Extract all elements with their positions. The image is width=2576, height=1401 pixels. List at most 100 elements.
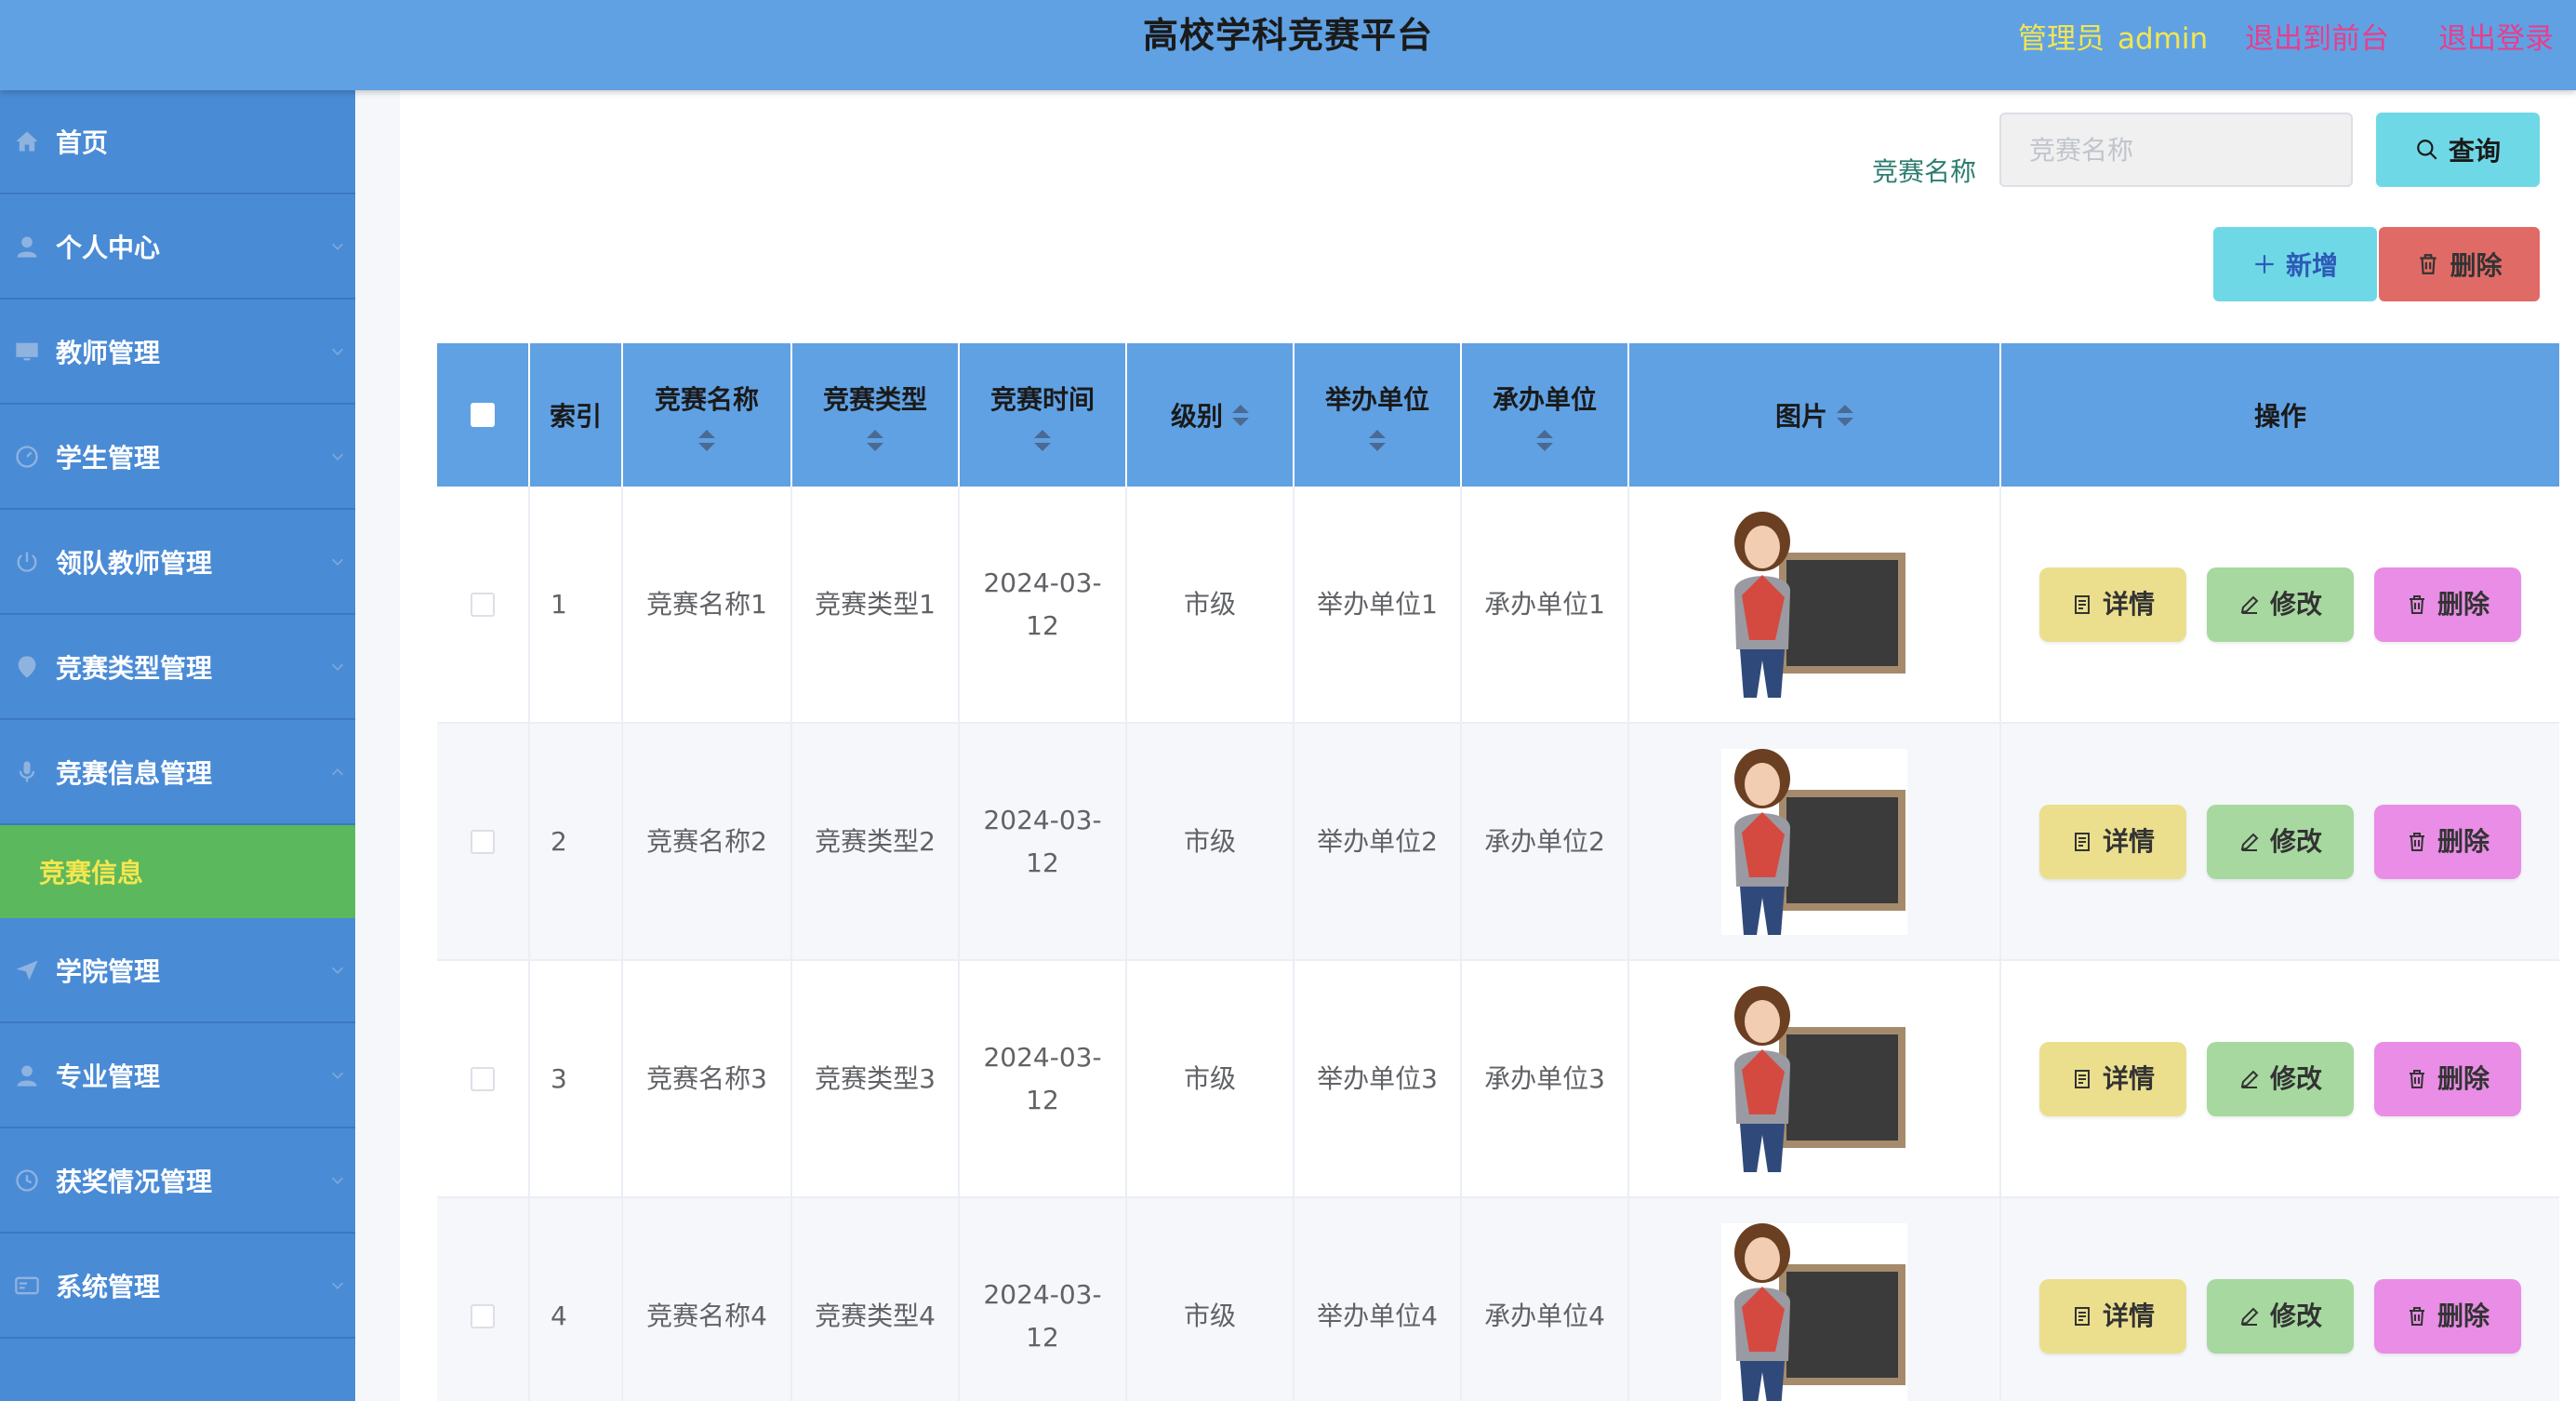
cell-image bbox=[1629, 487, 2001, 722]
sidebar-item-teacher-management[interactable]: 教师管理 bbox=[0, 300, 355, 405]
card-icon bbox=[13, 1272, 41, 1300]
sidebar-item-label: 学生管理 bbox=[56, 442, 161, 474]
cell-undertaker: 承办单位4 bbox=[1462, 1198, 1629, 1401]
sidebar-item-personal-center[interactable]: 个人中心 bbox=[0, 194, 355, 300]
sidebar-item-label: 竞赛类型管理 bbox=[56, 652, 213, 684]
competition-image[interactable] bbox=[1721, 1222, 1907, 1401]
cell-type: 竞赛类型1 bbox=[792, 487, 960, 722]
competition-image[interactable] bbox=[1721, 511, 1907, 698]
detail-button[interactable]: 详情 bbox=[2039, 1278, 2186, 1354]
cell-type: 竞赛类型2 bbox=[792, 724, 960, 959]
delete-button[interactable]: 删除 bbox=[2374, 1278, 2521, 1354]
batch-delete-button[interactable]: 删除 bbox=[2379, 227, 2540, 301]
cell-level: 市级 bbox=[1127, 487, 1295, 722]
sort-icon[interactable] bbox=[1232, 404, 1249, 426]
sidebar-item-label: 个人中心 bbox=[56, 232, 161, 263]
detail-button[interactable]: 详情 bbox=[2039, 1041, 2186, 1116]
logout-link[interactable]: 退出登录 bbox=[2438, 15, 2554, 57]
sort-icon[interactable] bbox=[1837, 404, 1853, 426]
row-checkbox[interactable] bbox=[471, 1066, 495, 1091]
edit-button[interactable]: 修改 bbox=[2207, 567, 2354, 642]
competition-image[interactable] bbox=[1721, 985, 1907, 1172]
chevron-down-icon bbox=[329, 659, 346, 675]
header-name-label: 竞赛名称 bbox=[654, 383, 759, 415]
cell-name: 竞赛名称1 bbox=[623, 487, 792, 722]
cell-index: 1 bbox=[530, 487, 623, 722]
cell-select bbox=[437, 961, 530, 1196]
cell-name: 竞赛名称4 bbox=[623, 1198, 792, 1401]
sidebar-item-award-management[interactable]: 获奖情况管理 bbox=[0, 1128, 355, 1234]
delete-button-label: 删除 bbox=[2437, 1062, 2490, 1094]
chevron-down-icon bbox=[329, 238, 346, 255]
user-icon bbox=[13, 233, 41, 260]
competition-image[interactable] bbox=[1721, 748, 1907, 935]
sort-icon[interactable] bbox=[867, 429, 883, 451]
detail-button[interactable]: 详情 bbox=[2039, 567, 2186, 642]
header-undertaker[interactable]: 承办单位 bbox=[1462, 343, 1629, 487]
top-header: 高校学科竞赛平台 管理员 admin 退出到前台 退出登录 bbox=[0, 0, 2576, 90]
header-organizer-label: 举办单位 bbox=[1324, 383, 1429, 415]
row-checkbox[interactable] bbox=[471, 592, 495, 617]
cell-ops: 详情 修改 删除 bbox=[2001, 487, 2559, 722]
add-button[interactable]: 新增 bbox=[2213, 227, 2377, 301]
delete-button[interactable]: 删除 bbox=[2374, 804, 2521, 879]
chevron-down-icon bbox=[329, 343, 346, 360]
chevron-down-icon bbox=[329, 554, 346, 570]
trash-icon bbox=[2420, 254, 2437, 274]
edit-button[interactable]: 修改 bbox=[2207, 1041, 2354, 1116]
sidebar-item-major-management[interactable]: 专业管理 bbox=[0, 1023, 355, 1128]
query-button[interactable]: 查询 bbox=[2376, 113, 2540, 187]
cell-image bbox=[1629, 1198, 2001, 1401]
cell-image bbox=[1629, 961, 2001, 1196]
cell-time-value: 2024-03-12 bbox=[983, 567, 1102, 641]
sidebar-item-competition-info-management[interactable]: 竞赛信息管理 bbox=[0, 720, 355, 825]
delete-button[interactable]: 删除 bbox=[2374, 1041, 2521, 1116]
sort-icon[interactable] bbox=[1369, 429, 1386, 451]
chevron-down-icon bbox=[329, 1277, 346, 1294]
cell-time: 2024-03-12 bbox=[960, 724, 1127, 959]
row-checkbox[interactable] bbox=[471, 1303, 495, 1328]
header-level[interactable]: 级别 bbox=[1127, 343, 1295, 487]
row-checkbox[interactable] bbox=[471, 829, 495, 854]
sidebar-item-student-management[interactable]: 学生管理 bbox=[0, 405, 355, 510]
pencil-icon bbox=[2240, 833, 2259, 851]
sidebar-item-home[interactable]: 首页 bbox=[0, 90, 355, 194]
sort-icon[interactable] bbox=[1536, 429, 1553, 451]
edit-button[interactable]: 修改 bbox=[2207, 1278, 2354, 1354]
cell-organizer: 举办单位4 bbox=[1295, 1198, 1462, 1401]
sidebar-item-leader-teacher-management[interactable]: 领队教师管理 bbox=[0, 510, 355, 615]
sidebar-item-label: 获奖情况管理 bbox=[56, 1166, 213, 1197]
edit-button[interactable]: 修改 bbox=[2207, 804, 2354, 879]
document-icon bbox=[2074, 594, 2090, 614]
header-name[interactable]: 竞赛名称 bbox=[623, 343, 792, 487]
header-ops-label: 操作 bbox=[2253, 401, 2306, 432]
delete-button[interactable]: 删除 bbox=[2374, 567, 2521, 642]
batch-delete-button-label: 删除 bbox=[2450, 251, 2503, 280]
sidebar-item-label: 领队教师管理 bbox=[56, 547, 213, 579]
cell-index: 2 bbox=[530, 724, 623, 959]
header-image[interactable]: 图片 bbox=[1629, 343, 2001, 487]
search-input[interactable] bbox=[1999, 113, 2353, 187]
sidebar-item-system-management[interactable]: 系统管理 bbox=[0, 1234, 355, 1339]
sidebar-subitem-competition-info[interactable]: 竞赛信息 bbox=[0, 825, 355, 918]
search-icon bbox=[2417, 140, 2437, 160]
cell-level: 市级 bbox=[1127, 724, 1295, 959]
sidebar-item-college-management[interactable]: 学院管理 bbox=[0, 918, 355, 1023]
cell-time: 2024-03-12 bbox=[960, 487, 1127, 722]
trash-icon bbox=[2409, 832, 2424, 851]
header-time[interactable]: 竞赛时间 bbox=[960, 343, 1127, 487]
cell-undertaker: 承办单位3 bbox=[1462, 961, 1629, 1196]
back-to-front-link[interactable]: 退出到前台 bbox=[2245, 15, 2389, 57]
select-all-checkbox[interactable] bbox=[471, 403, 495, 427]
detail-button-label: 详情 bbox=[2102, 1300, 2155, 1331]
detail-button[interactable]: 详情 bbox=[2039, 804, 2186, 879]
pencil-icon bbox=[2240, 1070, 2259, 1088]
sidebar-item-competition-type-management[interactable]: 竞赛类型管理 bbox=[0, 615, 355, 720]
header-type[interactable]: 竞赛类型 bbox=[792, 343, 960, 487]
location-icon bbox=[13, 653, 41, 681]
header-organizer[interactable]: 举办单位 bbox=[1295, 343, 1462, 487]
sort-icon[interactable] bbox=[1034, 429, 1051, 451]
cell-index: 4 bbox=[530, 1198, 623, 1401]
sort-icon[interactable] bbox=[698, 429, 715, 451]
detail-button-label: 详情 bbox=[2102, 588, 2155, 620]
